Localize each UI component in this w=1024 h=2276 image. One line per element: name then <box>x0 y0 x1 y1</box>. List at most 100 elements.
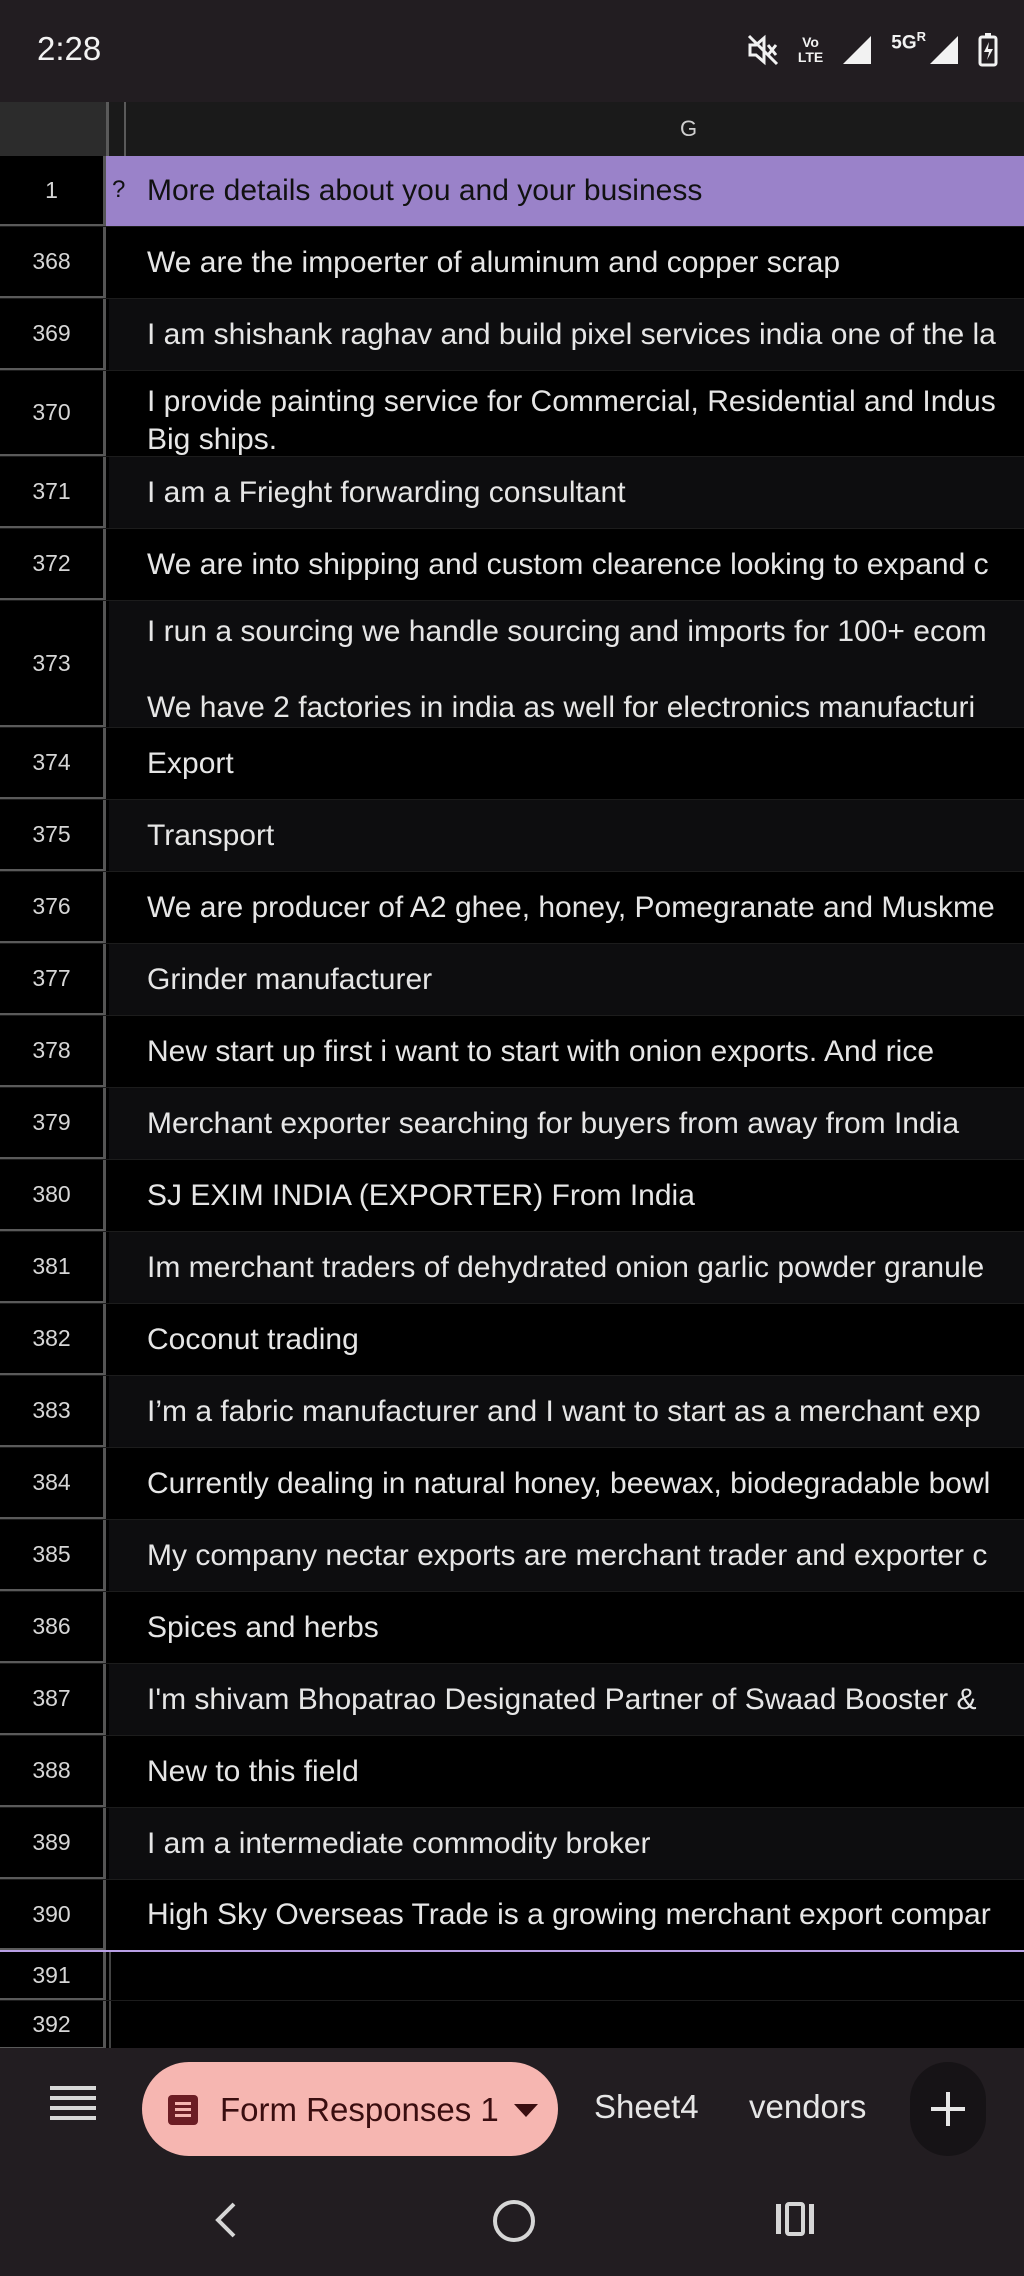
status-time: 2:28 <box>37 30 102 67</box>
table-cell[interactable]: My company nectar exports are merchant t… <box>109 1520 1024 1591</box>
table-cell[interactable]: Im merchant traders of dehydrated onion … <box>109 1232 1024 1303</box>
table-row[interactable]: 386 Spices and herbs <box>0 1592 1024 1664</box>
table-cell[interactable]: I’m a fabric manufacturer and I want to … <box>109 1376 1024 1447</box>
table-row[interactable]: 378 New start up first i want to start w… <box>0 1016 1024 1088</box>
question-marker: ? <box>112 176 126 203</box>
table-cell[interactable]: I'm shivam Bhopatrao Designated Partner … <box>109 1664 1024 1735</box>
cell-line: I provide painting service for Commercia… <box>147 385 996 418</box>
table-row[interactable]: 375 Transport <box>0 800 1024 872</box>
caret-down-icon[interactable] <box>514 2104 538 2117</box>
row-number[interactable]: 390 <box>0 1880 106 1950</box>
row-number[interactable]: 372 <box>0 529 106 600</box>
table-cell[interactable]: Transport <box>109 800 1024 871</box>
table-row[interactable]: 392 <box>0 2001 1024 2050</box>
table-cell[interactable]: Merchant exporter searching for buyers f… <box>109 1088 1024 1159</box>
table-cell[interactable]: We are into shipping and custom clearenc… <box>109 529 1024 600</box>
table-row[interactable]: 387 I'm shivam Bhopatrao Designated Part… <box>0 1664 1024 1736</box>
freeze-divider[interactable] <box>124 102 126 156</box>
all-sheets-menu-icon[interactable] <box>50 2086 96 2122</box>
back-icon[interactable] <box>210 2200 240 2245</box>
table-row[interactable]: 391 <box>0 1952 1024 2001</box>
header-cell[interactable]: More details about you and your business <box>109 156 1024 226</box>
row-number[interactable]: 387 <box>0 1664 106 1735</box>
tab-vendors[interactable]: vendors <box>749 2088 866 2126</box>
row-number[interactable]: 383 <box>0 1376 106 1447</box>
row-number[interactable]: 384 <box>0 1448 106 1519</box>
row-number[interactable]: 382 <box>0 1304 106 1375</box>
table-row[interactable]: 382 Coconut trading <box>0 1304 1024 1376</box>
table-cell[interactable] <box>109 2001 1024 2049</box>
table-cell[interactable]: Coconut trading <box>109 1304 1024 1375</box>
table-cell[interactable]: We are producer of A2 ghee, honey, Pomeg… <box>109 872 1024 943</box>
row-number[interactable]: 369 <box>0 299 106 370</box>
row-number[interactable]: 371 <box>0 457 106 528</box>
tab-label: Form Responses 1 <box>220 2091 499 2128</box>
table-cell[interactable] <box>109 1952 1024 2000</box>
table-cell[interactable]: I am a Frieght forwarding consultant <box>109 457 1024 528</box>
table-cell[interactable]: I run a sourcing we handle sourcing and … <box>109 601 1024 727</box>
spreadsheet-grid[interactable]: 1 More details about you and your busine… <box>0 156 1024 2050</box>
table-cell[interactable]: Spices and herbs <box>109 1592 1024 1663</box>
table-row[interactable]: 381 Im merchant traders of dehydrated on… <box>0 1232 1024 1304</box>
table-cell[interactable]: SJ EXIM INDIA (EXPORTER) From India <box>109 1160 1024 1231</box>
table-row[interactable]: 368 We are the impoerter of aluminum and… <box>0 227 1024 299</box>
table-row[interactable]: 379 Merchant exporter searching for buye… <box>0 1088 1024 1160</box>
home-icon[interactable] <box>493 2200 535 2242</box>
table-row[interactable]: 388 New to this field <box>0 1736 1024 1808</box>
table-cell[interactable]: High Sky Overseas Trade is a growing mer… <box>109 1880 1024 1950</box>
table-cell[interactable]: I am shishank raghav and build pixel ser… <box>109 299 1024 370</box>
table-row[interactable]: 373 I run a sourcing we handle sourcing … <box>0 601 1024 728</box>
row-number[interactable]: 389 <box>0 1808 106 1879</box>
table-cell[interactable]: New start up first i want to start with … <box>109 1016 1024 1087</box>
row-number[interactable]: 388 <box>0 1736 106 1807</box>
status-bar: 2:28 Vo LTE 5GR <box>0 0 1024 102</box>
row-number[interactable]: 368 <box>0 227 106 298</box>
mute-icon <box>746 33 780 67</box>
row-number[interactable]: 392 <box>0 2001 106 2049</box>
row-number[interactable]: 376 <box>0 872 106 943</box>
row-number[interactable]: 1 <box>0 156 106 226</box>
row-number[interactable]: 375 <box>0 800 106 871</box>
row-number[interactable]: 370 <box>0 371 106 456</box>
table-row[interactable]: 377 Grinder manufacturer <box>0 944 1024 1016</box>
column-header-bar: G <box>0 102 1024 158</box>
row-number[interactable]: 380 <box>0 1160 106 1231</box>
sheet-grid-icon <box>168 2095 198 2125</box>
table-row[interactable]: 380 SJ EXIM INDIA (EXPORTER) From India <box>0 1160 1024 1232</box>
row-number[interactable]: 373 <box>0 601 106 727</box>
table-row[interactable]: 372 We are into shipping and custom clea… <box>0 529 1024 601</box>
table-cell[interactable]: New to this field <box>109 1736 1024 1807</box>
battery-charging-icon <box>978 33 998 67</box>
row-number[interactable]: 379 <box>0 1088 106 1159</box>
table-row[interactable]: 370 I provide painting service for Comme… <box>0 371 1024 457</box>
add-sheet-button[interactable] <box>910 2062 986 2156</box>
column-header-g[interactable]: G <box>680 116 697 142</box>
row-number[interactable]: 378 <box>0 1016 106 1087</box>
table-cell[interactable]: Grinder manufacturer <box>109 944 1024 1015</box>
table-cell[interactable]: I provide painting service for Commercia… <box>109 371 1024 456</box>
row-number[interactable]: 374 <box>0 728 106 799</box>
table-row[interactable]: 374 Export <box>0 728 1024 800</box>
select-all-corner[interactable] <box>0 102 109 156</box>
row-number[interactable]: 377 <box>0 944 106 1015</box>
table-cell[interactable]: We are the impoerter of aluminum and cop… <box>109 227 1024 298</box>
tab-sheet4[interactable]: Sheet4 <box>594 2088 699 2126</box>
table-row[interactable]: 371 I am a Frieght forwarding consultant <box>0 457 1024 529</box>
row-number[interactable]: 386 <box>0 1592 106 1663</box>
table-row[interactable]: 389 I am a intermediate commodity broker <box>0 1808 1024 1880</box>
row-number[interactable]: 381 <box>0 1232 106 1303</box>
table-cell[interactable]: I am a intermediate commodity broker <box>109 1808 1024 1879</box>
row-number[interactable]: 391 <box>0 1952 106 2000</box>
table-row[interactable]: 385 My company nectar exports are mercha… <box>0 1520 1024 1592</box>
tab-form-responses-1[interactable]: Form Responses 1 <box>142 2062 558 2156</box>
recents-icon[interactable] <box>776 2202 814 2236</box>
table-row[interactable]: 383 I’m a fabric manufacturer and I want… <box>0 1376 1024 1448</box>
table-row[interactable]: 390 High Sky Overseas Trade is a growing… <box>0 1880 1024 1952</box>
table-row[interactable]: 369 I am shishank raghav and build pixel… <box>0 299 1024 371</box>
table-cell[interactable]: Export <box>109 728 1024 799</box>
header-row[interactable]: 1 More details about you and your busine… <box>0 156 1024 227</box>
table-row[interactable]: 384 Currently dealing in natural honey, … <box>0 1448 1024 1520</box>
table-cell[interactable]: Currently dealing in natural honey, beew… <box>109 1448 1024 1519</box>
row-number[interactable]: 385 <box>0 1520 106 1591</box>
table-row[interactable]: 376 We are producer of A2 ghee, honey, P… <box>0 872 1024 944</box>
